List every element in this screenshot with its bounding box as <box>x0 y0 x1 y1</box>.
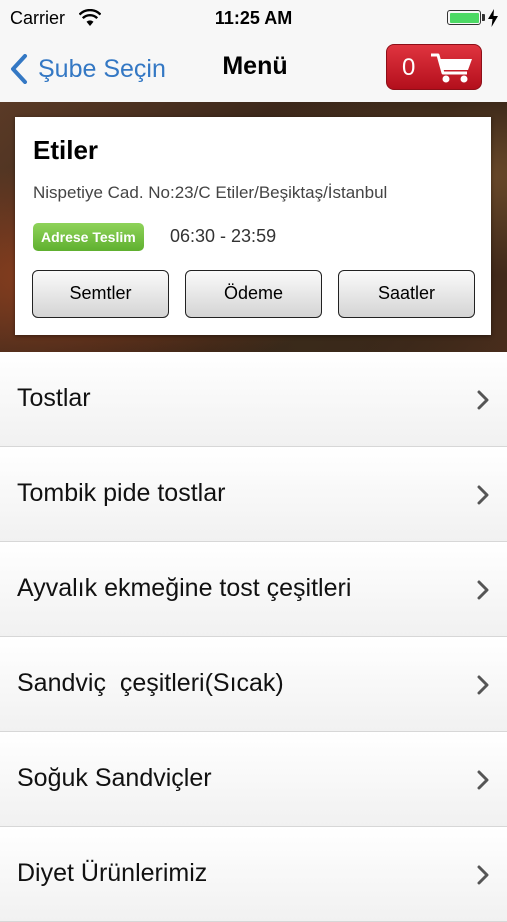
menu-item-tostlar[interactable]: Tostlar <box>0 352 507 447</box>
menu-item-soguk-sandvicler[interactable]: Soğuk Sandviçler <box>0 732 507 827</box>
navigation-bar: Şube Seçin Menü 0 <box>0 36 507 103</box>
chevron-right-icon <box>477 675 489 695</box>
chevron-right-icon <box>477 390 489 410</box>
branch-name: Etiler <box>33 135 99 165</box>
page-title: Menü <box>222 52 288 80</box>
menu-item-label: Sandviç çeşitleri(Sıcak) <box>17 669 284 697</box>
menu-item-label: Diyet Ürünlerimiz <box>17 859 208 887</box>
opening-hours: 06:30 - 23:59 <box>170 226 277 246</box>
menu-item-label: Soğuk Sandviçler <box>17 764 212 792</box>
menu-item-sandvic-sicak[interactable]: Sandviç çeşitleri(Sıcak) <box>0 637 507 732</box>
battery-cap <box>482 14 485 21</box>
chevron-right-icon <box>477 770 489 790</box>
delivery-badge: Adrese Teslim <box>33 223 144 251</box>
menu-item-label: Tombik pide tostlar <box>17 479 226 507</box>
districts-button[interactable]: Semtler <box>32 270 169 318</box>
charging-icon <box>488 9 498 27</box>
chevron-right-icon <box>477 485 489 505</box>
branch-header-background: Etiler Nispetiye Cad. No:23/C Etiler/Beş… <box>0 102 507 352</box>
branch-address: Nispetiye Cad. No:23/C Etiler/Beşiktaş/İ… <box>33 183 388 202</box>
clock: 11:25 AM <box>214 8 293 28</box>
branch-card: Etiler Nispetiye Cad. No:23/C Etiler/Beş… <box>15 117 491 335</box>
cart-button[interactable]: 0 <box>386 44 482 90</box>
shopping-cart-icon <box>431 53 472 83</box>
back-button-label: Şube Seçin <box>38 54 166 83</box>
menu-item-label: Ayvalık ekmeğine tost çeşitleri <box>17 574 352 602</box>
cart-count: 0 <box>402 54 416 81</box>
menu-item-label: Tostlar <box>17 384 91 412</box>
hours-button[interactable]: Saatler <box>338 270 475 318</box>
status-bar: Carrier 11:25 AM <box>0 0 507 36</box>
chevron-right-icon <box>477 865 489 885</box>
menu-category-list: Tostlar Tombik pide tostlar Ayvalık ekme… <box>0 352 507 922</box>
back-button[interactable]: Şube Seçin <box>10 49 166 89</box>
menu-item-diyet-urunler[interactable]: Diyet Ürünlerimiz <box>0 827 507 922</box>
payment-button[interactable]: Ödeme <box>185 270 322 318</box>
chevron-right-icon <box>477 580 489 600</box>
menu-item-tombik-pide-tostlar[interactable]: Tombik pide tostlar <box>0 447 507 542</box>
chevron-left-icon <box>11 54 27 84</box>
menu-item-ayvalik-tost[interactable]: Ayvalık ekmeğine tost çeşitleri <box>0 542 507 637</box>
battery-icon <box>447 10 481 25</box>
